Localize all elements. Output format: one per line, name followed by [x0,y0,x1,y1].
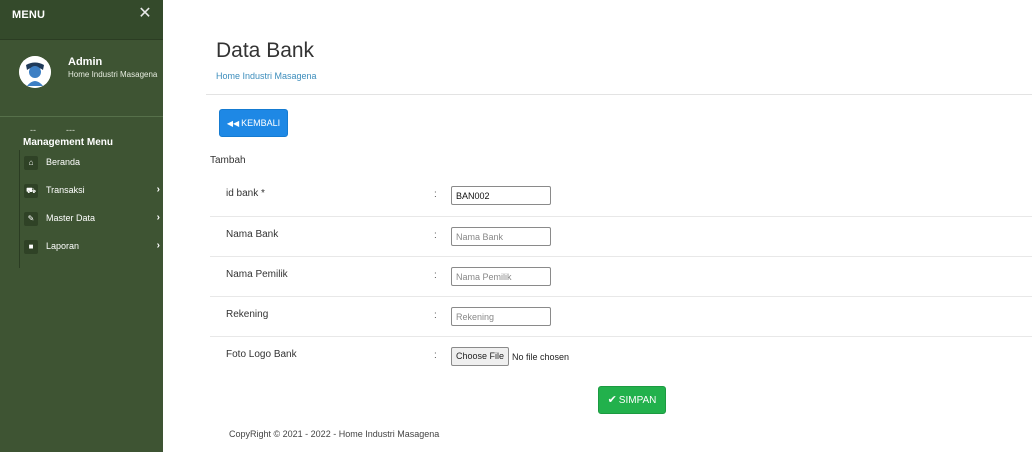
colon: : [434,230,437,241]
id-bank-label: id bank * [226,188,265,199]
chevron-right-icon: › [156,212,160,223]
home-icon: ⌂ [24,156,38,170]
save-button-label: SIMPAN [618,395,657,406]
folder-icon: ■ [24,240,38,254]
sidebar-divider [0,116,163,117]
backward-icon: ◀◀ [226,119,240,128]
nama-pemilik-input[interactable] [451,267,551,286]
nama-bank-label: Nama Bank [226,229,279,240]
sidebar-item-laporan[interactable]: ■ Laporan › [20,234,164,260]
sidebar-header: MENU ✕ [0,0,163,40]
sidebar-item-label: Master Data [46,213,96,223]
sidebar-user-panel: Admin Home Industri Masagena [0,41,163,105]
file-status-text: No file chosen [512,351,570,362]
user-name: Admin [68,56,103,68]
sidebar: MENU ✕ Admin Home Industri Masagena -- -… [0,0,163,452]
chevron-right-icon: › [156,184,160,195]
breadcrumb[interactable]: Home Industri Masagena [216,71,317,81]
main-content: Data Bank Home Industri Masagena ◀◀ KEMBA… [163,0,1032,452]
form-row-foto-logo: Foto Logo Bank : Choose File No file chos… [210,336,1032,376]
cart-icon: ⛟ [24,184,38,198]
form-row-nama-bank: Nama Bank : [210,216,1032,256]
check-icon: ✔ [607,394,617,406]
sidebar-dots-left: -- [30,125,36,135]
sidebar-menu-title: MENU [12,9,46,21]
form-section-label: Tambah [210,155,246,166]
form-row-id-bank: id bank * : [210,176,1032,216]
form-row-nama-pemilik: Nama Pemilik : [210,256,1032,296]
sidebar-item-transaksi[interactable]: ⛟ Transaksi › [20,178,164,204]
colon: : [434,189,437,200]
user-subtitle: Home Industri Masagena [68,70,158,79]
sidebar-item-label: Laporan [46,241,80,251]
header-divider [206,94,1032,95]
user-avatar-icon [19,56,51,88]
chevron-right-icon: › [156,240,160,251]
foto-logo-label: Foto Logo Bank [226,349,297,360]
colon: : [434,270,437,281]
footer-copyright: CopyRight © 2021 - 2022 - Home Industri … [229,429,440,439]
choose-file-button[interactable]: Choose File [451,347,510,366]
page-title: Data Bank [216,39,315,62]
save-button[interactable]: ✔ SIMPAN [598,386,666,414]
nama-pemilik-label: Nama Pemilik [226,269,288,280]
form-row-rekening: Rekening : [210,296,1032,336]
edit-icon: ✎ [24,212,38,226]
rekening-label: Rekening [226,309,269,320]
colon: : [434,350,437,361]
rekening-input[interactable] [451,307,551,326]
sidebar-item-label: Transaksi [46,185,85,195]
sidebar-item-master-data[interactable]: ✎ Master Data › [20,206,164,232]
sidebar-section-title: Management Menu [23,137,114,148]
back-button-label: KEMBALI [241,118,281,128]
nama-bank-input[interactable] [451,227,551,246]
sidebar-menu-list: ⌂ Beranda ⛟ Transaksi › ✎ Master Data › … [19,150,163,268]
back-button[interactable]: ◀◀ KEMBALI [219,109,288,137]
foto-logo-file-input: Choose File No file chosen [451,347,569,367]
id-bank-input[interactable] [451,186,551,205]
sidebar-item-beranda[interactable]: ⌂ Beranda [20,150,164,176]
close-icon[interactable]: ✕ [137,6,153,22]
sidebar-dots-right: --- [66,125,75,135]
colon: : [434,310,437,321]
sidebar-item-label: Beranda [46,157,81,167]
